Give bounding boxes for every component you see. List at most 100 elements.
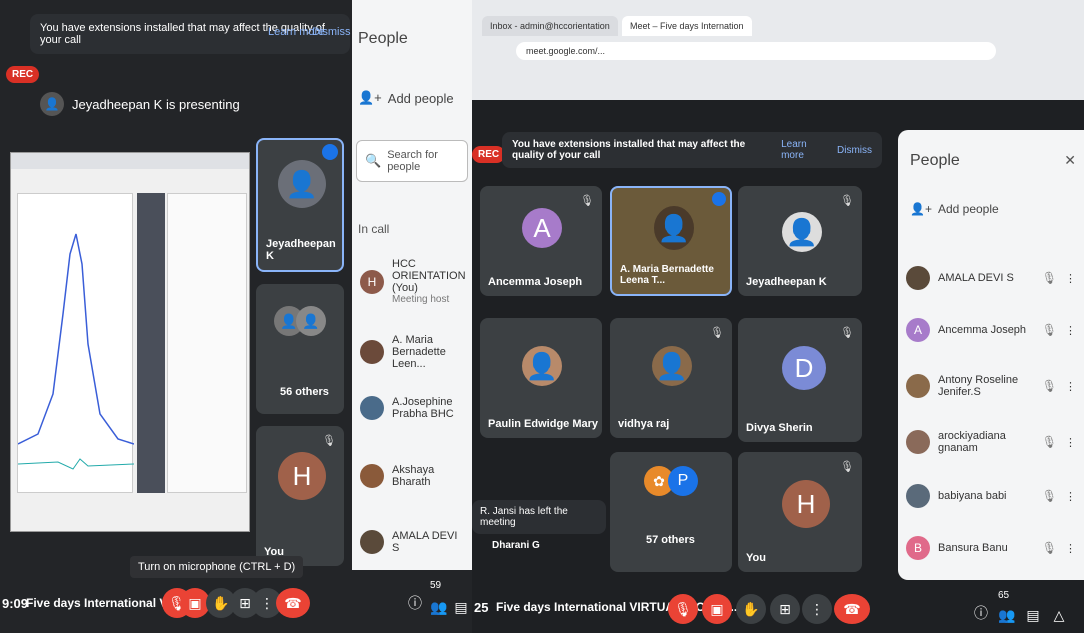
present-icon: ⊞ <box>239 594 251 611</box>
people-icon: 👥 <box>998 606 1016 623</box>
tile-you[interactable]: H 🎙 You <box>738 452 862 572</box>
mic-off-icon: 🎙 <box>322 435 336 447</box>
people-panel: People 👤+ Add people 🔍 Search for people… <box>352 0 472 570</box>
mic-off-icon: 🎙 <box>1041 271 1057 285</box>
tile-maria[interactable]: 👤 A. Maria Bernadette Leena T... <box>610 186 732 296</box>
add-person-icon: 👤+ <box>358 90 382 105</box>
vidhya-photo: 👤 <box>652 346 692 386</box>
raise-hand-button[interactable]: ✋ <box>736 594 766 624</box>
toast-notification: R. Jansi has left the meeting <box>472 500 606 534</box>
participant-item[interactable]: Antony Roseline Jenifer.S 🎙 ⋮ <box>906 374 1076 398</box>
add-person-icon: 👤+ <box>910 202 932 216</box>
participant-name: HCC ORIENTATION (You) <box>392 258 466 294</box>
close-icon[interactable]: ✕ <box>1064 152 1076 169</box>
more-vert-icon[interactable]: ⋮ <box>1065 272 1076 285</box>
hangup-icon: ☎ <box>843 600 861 617</box>
browser-tab-meet[interactable]: Meet – Five days Internation <box>622 16 752 36</box>
participant-avatar <box>360 396 384 420</box>
participant-name: Akshaya Bharath <box>392 464 435 488</box>
dismiss-button[interactable]: Dismiss <box>837 145 872 156</box>
address-bar[interactable]: meet.google.com/... <box>516 42 996 60</box>
plot-graph <box>17 233 135 470</box>
people-panel: People ✕ 👤+ Add people AMALA DEVI S 🎙 ⋮ … <box>898 130 1084 580</box>
chat-button[interactable]: ▤ <box>446 592 472 622</box>
add-people-label: Add people <box>387 90 454 106</box>
mic-off-icon: 🎙 <box>840 461 854 473</box>
others-avatar-2: P <box>668 466 698 496</box>
shared-screen-titlebar <box>11 153 249 169</box>
right-photo: Inbox - admin@hccorientation Meet – Five… <box>472 0 1084 633</box>
participant-name: Antony Roseline Jenifer.S <box>938 374 1019 398</box>
learn-more-link[interactable]: Learn more <box>781 139 821 161</box>
participant-item[interactable]: A.Josephine Prabha BHC <box>360 396 464 420</box>
more-vert-icon[interactable]: ⋮ <box>1065 490 1076 503</box>
participant-avatar <box>906 266 930 290</box>
camera-off-icon: ▣ <box>188 594 202 611</box>
mic-off-icon: 🎙 <box>1041 489 1057 503</box>
shapes-icon: △ <box>1053 606 1065 623</box>
dismiss-button[interactable]: Dismiss <box>312 26 351 38</box>
tile-name: 57 others <box>646 534 695 546</box>
participant-item[interactable]: AMALA DEVI S 🎙 ⋮ <box>906 266 1076 290</box>
mic-off-icon: 🎙 <box>710 327 724 339</box>
present-button[interactable]: ⊞ <box>770 594 800 624</box>
speaking-icon <box>322 144 338 160</box>
participant-item[interactable]: B Bansura Banu 🎙 ⋮ <box>906 536 1076 560</box>
notification-text: You have extensions installed that may a… <box>512 139 746 161</box>
camera-toggle-button[interactable]: ▣ <box>702 594 732 624</box>
tile-divya[interactable]: D 🎙 Divya Sherin <box>738 318 862 442</box>
more-vert-icon: ⋮ <box>810 600 824 617</box>
add-people-button[interactable]: 👤+ Add people <box>358 90 454 106</box>
divya-avatar: D <box>782 346 826 390</box>
mic-off-icon: 🎙 <box>1041 323 1057 337</box>
participant-item[interactable]: A. Maria Bernadette Leen... <box>360 334 464 370</box>
more-vert-icon[interactable]: ⋮ <box>1065 324 1076 337</box>
participant-avatar: H <box>360 269 384 294</box>
mic-off-icon: 🎙 <box>840 327 854 339</box>
participant-name: A.Josephine Prabha BHC <box>392 396 454 420</box>
tile-paulin[interactable]: 👤 Paulin Edwidge Mary <box>480 318 602 438</box>
mic-tooltip: Turn on microphone (CTRL + D) <box>130 556 304 578</box>
more-vert-icon[interactable]: ⋮ <box>1065 436 1076 449</box>
recording-badge: REC <box>6 66 40 83</box>
in-call-heading: In call <box>358 222 390 236</box>
tile-you[interactable]: H 🎙 You <box>256 426 344 566</box>
activities-button[interactable]: △ <box>1044 600 1074 630</box>
more-vert-icon[interactable]: ⋮ <box>1065 542 1076 555</box>
participant-name: babiyana babi <box>938 490 1007 502</box>
tile-jeyadheepan[interactable]: 👤 🎙 Jeyadheepan K <box>738 186 862 296</box>
participant-item[interactable]: A Ancemma Joseph 🎙 ⋮ <box>906 318 1076 342</box>
info-icon: ⓘ <box>408 595 422 611</box>
leave-call-button[interactable]: ☎ <box>276 588 310 618</box>
participant-item[interactable]: arockiyadiana gnanam 🎙 ⋮ <box>906 430 1076 454</box>
tile-others[interactable]: ✿ P 57 others <box>610 452 732 572</box>
others-avatar-2: 👤 <box>296 306 326 336</box>
left-photo: You have extensions installed that may a… <box>0 0 472 633</box>
tab-label: Meet – Five days Internation <box>630 21 744 31</box>
more-vert-icon[interactable]: ⋮ <box>1065 380 1076 393</box>
participant-item[interactable]: H HCC ORIENTATION (You) Meeting host <box>360 258 466 305</box>
more-vert-icon: ⋮ <box>260 594 274 611</box>
participant-item[interactable]: Akshaya Bharath <box>360 464 464 488</box>
mic-toggle-button[interactable]: 🎙 <box>668 594 698 624</box>
tab-label: Inbox - admin@hccorientation <box>490 21 610 31</box>
tile-ancemma[interactable]: A 🎙 Ancemma Joseph <box>480 186 602 296</box>
browser-tab-inbox[interactable]: Inbox - admin@hccorientation <box>482 16 618 36</box>
more-options-button[interactable]: ⋮ <box>802 594 832 624</box>
search-people-input[interactable]: 🔍 Search for people <box>356 140 468 182</box>
people-count-badge: 59 <box>430 580 442 591</box>
presenting-banner: 👤 Jeyadheepan K is presenting <box>40 92 240 116</box>
add-people-button[interactable]: 👤+ Add people <box>910 202 999 216</box>
participant-name: AMALA DEVI S <box>392 530 458 554</box>
camera-off-icon: ▣ <box>710 600 724 617</box>
tile-jeyadheepan[interactable]: 👤 Jeyadheepan K <box>256 138 344 272</box>
meeting-time: 9:09 <box>2 596 29 611</box>
participant-item[interactable]: babiyana babi 🎙 ⋮ <box>906 484 1076 508</box>
tile-vidhya[interactable]: 👤 🎙 vidhya raj <box>610 318 732 438</box>
participant-item[interactable]: AMALA DEVI S <box>360 530 464 554</box>
search-icon: 🔍 <box>365 153 382 168</box>
tile-name: Ancemma Joseph <box>488 276 583 288</box>
leave-call-button[interactable]: ☎ <box>834 594 870 624</box>
tile-name: Paulin Edwidge Mary <box>488 418 599 430</box>
tile-others[interactable]: 👤 👤 56 others <box>256 284 344 414</box>
